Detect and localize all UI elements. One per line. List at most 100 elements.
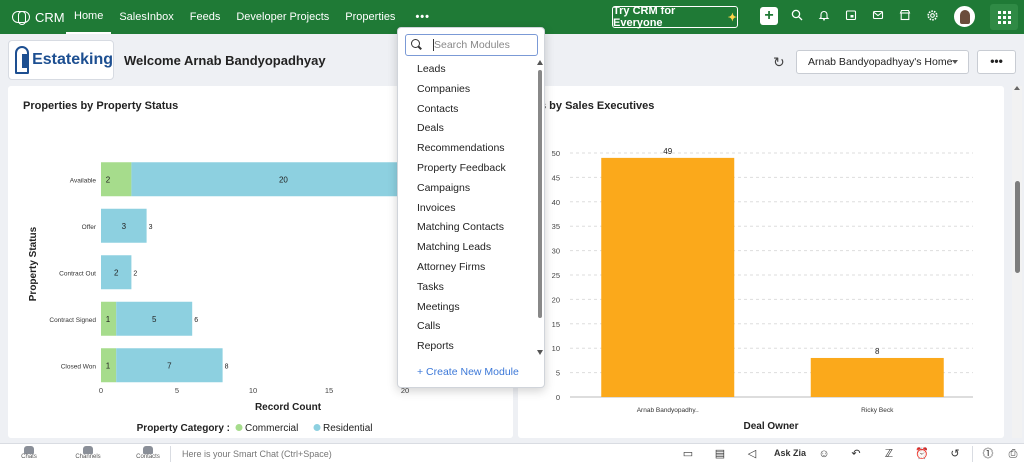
module-item-contacts[interactable]: Contacts <box>398 100 538 120</box>
y-tick-label: 30 <box>552 247 560 256</box>
ask-zia-button[interactable]: Ask Zia <box>774 448 806 458</box>
company-logo: Estateking <box>8 40 114 80</box>
x-axis-title: Record Count <box>255 402 322 413</box>
module-item-tasks[interactable]: Tasks <box>398 278 538 298</box>
avatar[interactable] <box>954 6 975 27</box>
bar-total-label: 6 <box>194 317 198 324</box>
try-crm-label: Try CRM for Everyone <box>613 5 676 29</box>
apps-grid-icon[interactable] <box>990 4 1018 30</box>
contacts-label: Contacts <box>136 454 160 460</box>
chevron-down-icon <box>952 60 958 64</box>
legend-label-commercial: Commercial <box>245 423 298 434</box>
screen-share-icon[interactable]: ▭ <box>681 447 695 461</box>
plus-icon[interactable]: + <box>760 7 778 25</box>
legend-marker-commercial <box>235 424 243 431</box>
y-axis-title: Property Status <box>28 226 39 301</box>
house-logo-icon <box>15 46 30 74</box>
bar-value-label: 8 <box>875 347 880 356</box>
home-view-select[interactable]: Arnab Bandyopadhyay's Home <box>796 50 969 74</box>
print-icon[interactable]: ⎙ <box>1006 447 1020 461</box>
nav-tab-developer-projects[interactable]: Developer Projects <box>228 0 337 34</box>
bar <box>601 157 735 397</box>
module-item-matching-leads[interactable]: Matching Leads <box>398 238 538 258</box>
zia-icon[interactable]: ℤ <box>882 447 896 461</box>
logo-text: Estateking <box>32 51 113 68</box>
nav-tab-feeds[interactable]: Feeds <box>182 0 229 34</box>
contacts-button[interactable]: Contacts <box>131 446 165 460</box>
module-item-attorney-firms[interactable]: Attorney Firms <box>398 258 538 278</box>
y-tick-label: 40 <box>552 198 560 207</box>
gear-icon[interactable] <box>924 9 940 25</box>
dropdown-scrollbar[interactable] <box>536 60 543 385</box>
module-item-reports[interactable]: Reports <box>398 337 538 357</box>
y-tick-label: 50 <box>552 149 560 158</box>
legend-title: Property Category : <box>137 423 230 434</box>
module-item-meetings[interactable]: Meetings <box>398 298 538 318</box>
module-item-campaigns[interactable]: Campaigns <box>398 179 538 199</box>
announcement-icon[interactable]: ◁ <box>745 447 759 461</box>
module-item-companies[interactable]: Companies <box>398 80 538 100</box>
module-item-matching-contacts[interactable]: Matching Contacts <box>398 218 538 238</box>
home-view-value: Arnab Bandyopadhyay's Home <box>808 56 953 68</box>
bar-value-label: 2 <box>106 175 111 184</box>
mail-icon[interactable] <box>870 9 886 25</box>
deals-by-sales-exec-card: s by Sales Executives 0 5 10 15 20 25 30 35 40 45… <box>518 86 1004 438</box>
module-item-calls[interactable]: Calls <box>398 317 538 337</box>
undo-icon[interactable]: ↶ <box>849 447 863 461</box>
bar-value-label: 2 <box>114 268 119 277</box>
header-more-button[interactable]: ••• <box>977 50 1016 74</box>
create-new-module-link[interactable]: + Create New Module <box>417 366 519 378</box>
search-modules-input[interactable]: Search Modules <box>405 34 538 56</box>
module-item-recommendations[interactable]: Recommendations <box>398 139 538 159</box>
module-item-leads[interactable]: Leads <box>398 60 538 80</box>
history-icon[interactable]: ↺ <box>948 447 962 461</box>
modules-list: Leads Companies Contacts Deals Recommendatio… <box>398 60 538 357</box>
y-tick-label: Closed Won <box>61 363 97 370</box>
y-tick-label: 15 <box>552 320 560 329</box>
main-nav: Home SalesInbox Feeds Developer Projects… <box>66 0 442 34</box>
module-item-invoices[interactable]: Invoices <box>398 199 538 219</box>
scroll-down-icon[interactable] <box>537 350 543 355</box>
legend-marker-residential <box>313 424 321 431</box>
dropdown-scroll-thumb[interactable] <box>538 70 542 318</box>
bar-total-label: 8 <box>225 363 229 370</box>
zia-chat-icon[interactable]: ☺ <box>817 447 831 461</box>
y-tick-label: 25 <box>552 271 560 280</box>
y-tick-label: 0 <box>556 393 560 402</box>
bar-total-label: 3 <box>149 224 153 231</box>
bar-value-label: 1 <box>106 361 111 370</box>
accessibility-icon[interactable]: ⓵ <box>981 447 995 461</box>
x-tick-label: 5 <box>175 386 179 395</box>
scroll-up-icon[interactable] <box>537 60 543 65</box>
x-tick-label: Arnab Bandyopadhy.. <box>637 407 699 414</box>
bar-value-label: 5 <box>152 315 157 324</box>
bar <box>810 357 944 397</box>
smart-chat-input[interactable]: Here is your Smart Chat (Ctrl+Space) <box>182 449 332 459</box>
x-tick-label: 0 <box>99 386 103 395</box>
divider <box>170 446 171 462</box>
channels-button[interactable]: Channels <box>71 446 105 460</box>
nav-tab-home[interactable]: Home <box>66 0 112 34</box>
alarm-icon[interactable]: ⏰ <box>915 447 929 461</box>
search-placeholder: Search Modules <box>434 39 510 51</box>
y-tick-label: 45 <box>552 173 560 182</box>
module-item-deals[interactable]: Deals <box>398 119 538 139</box>
page-scrollbar[interactable] <box>1012 86 1022 438</box>
module-item-property-feedback[interactable]: Property Feedback <box>398 159 538 179</box>
nav-tab-salesinbox[interactable]: SalesInbox <box>111 0 181 34</box>
scroll-thumb[interactable] <box>1015 181 1020 273</box>
x-axis-title: Deal Owner <box>743 421 798 432</box>
marketplace-icon[interactable] <box>897 9 913 25</box>
try-crm-button[interactable]: Try CRM for Everyone ✦ <box>612 5 738 29</box>
search-icon[interactable] <box>789 9 805 25</box>
refresh-icon[interactable]: ↻ <box>773 54 785 71</box>
bell-icon[interactable] <box>816 9 832 25</box>
calendar-icon[interactable] <box>843 9 859 25</box>
scroll-up-icon[interactable] <box>1014 86 1020 90</box>
nav-tab-properties[interactable]: Properties <box>337 0 403 34</box>
crm-brand[interactable]: CRM <box>0 10 66 25</box>
chats-button[interactable]: Chats <box>12 446 46 460</box>
sparkle-icon: ✦ <box>727 11 737 24</box>
notes-icon[interactable]: ▤ <box>713 447 727 461</box>
y-tick-label: 5 <box>556 369 560 378</box>
